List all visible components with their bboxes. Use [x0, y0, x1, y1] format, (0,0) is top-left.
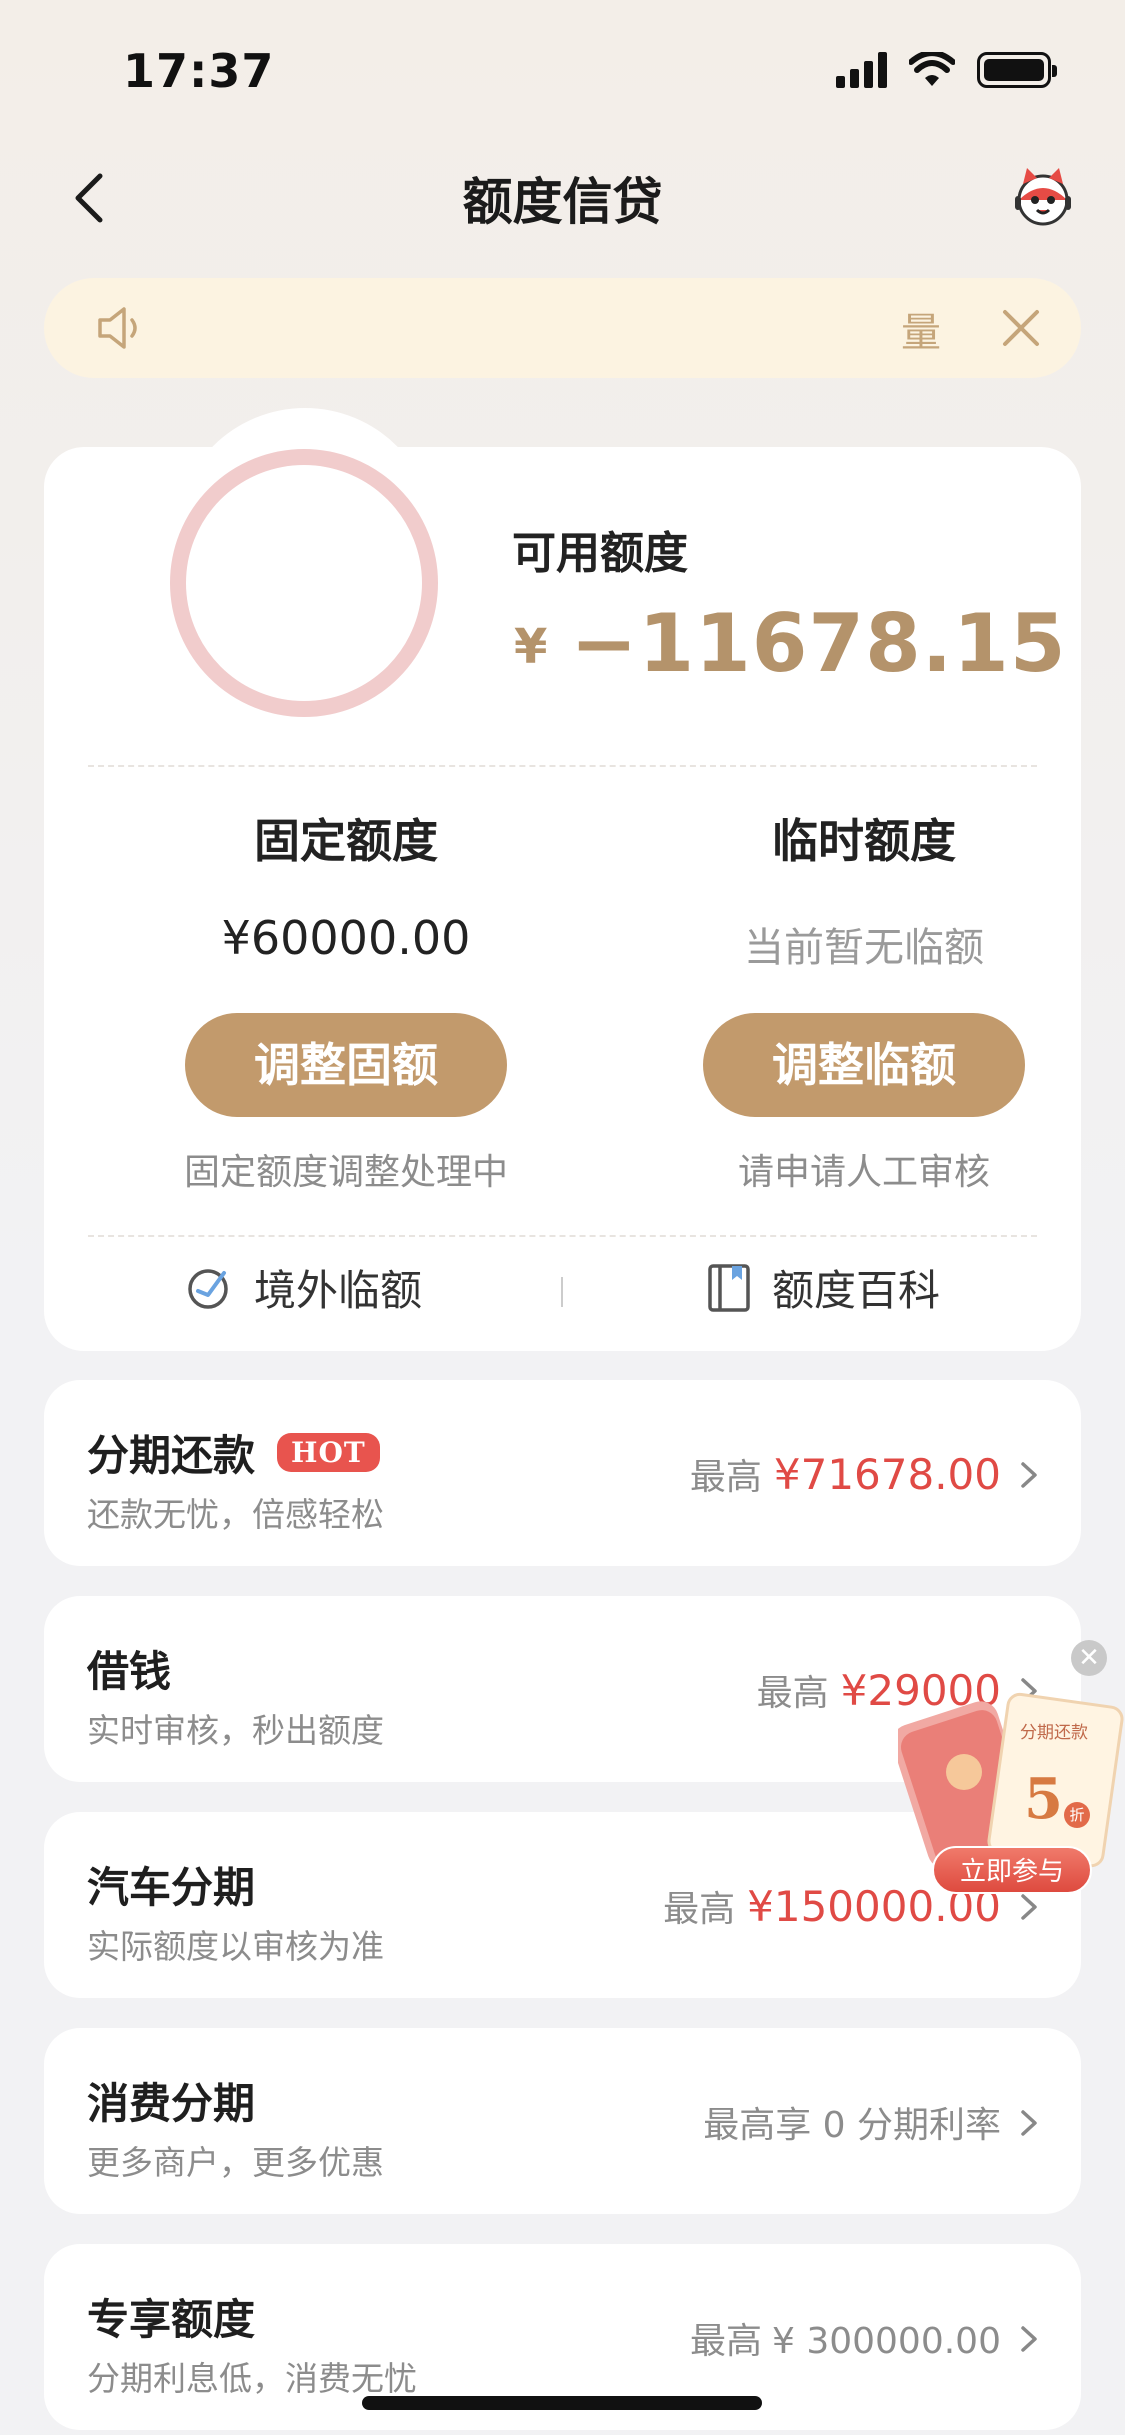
status-time: 17:37 [123, 44, 275, 98]
available-credit-label: 可用额度 [512, 528, 688, 579]
promo-join-button[interactable]: 立即参与 [932, 1846, 1092, 1894]
chevron-right-icon [1021, 2110, 1037, 2136]
credit-ring-chart [170, 449, 438, 717]
product-subtitle: 实际额度以审核为准 [87, 1927, 384, 1966]
limit-prefix: 最高 [689, 2321, 762, 2362]
notice-text: 量 [901, 310, 941, 356]
divider [88, 1235, 1037, 1237]
credit-card: 可用额度 ¥ −11678.15 固定额度 ¥60000.00 调整固额 固定额度… [44, 447, 1081, 1351]
product-title: 消费分期 [87, 2079, 256, 2128]
wifi-icon [909, 52, 955, 86]
temporary-credit-value: 当前暂无临额 [744, 925, 984, 971]
promo-floating-widget[interactable]: ✕ 分期还款 5 折 立即参与 [898, 1640, 1125, 1910]
available-credit-amount: ¥ −11678.15 [514, 597, 1066, 690]
status-bar: 17:37 [0, 0, 1125, 140]
page-title: 额度信贷 [462, 173, 663, 231]
promo-title: 分期还款 [1020, 1723, 1088, 1743]
limit-prefix: 最高享 0 分期利率 [703, 2105, 1001, 2146]
limit-amount: ¥ 300000.00 [771, 2321, 1001, 2362]
currency-symbol: ¥ [514, 619, 549, 675]
product-title: 汽车分期 [87, 1863, 256, 1912]
divider [88, 765, 1037, 767]
link-divider [561, 1277, 563, 1307]
limit-prefix: 最高 [756, 1673, 829, 1714]
close-icon[interactable] [995, 302, 1047, 354]
status-icons [836, 52, 1057, 88]
mascot-service-icon[interactable] [1009, 162, 1077, 230]
credit-encyclopedia-label: 额度百科 [772, 1266, 941, 1315]
hot-badge: HOT [277, 1433, 380, 1472]
fixed-credit-value: ¥60000.00 [221, 911, 471, 965]
product-consumer-installment[interactable]: 消费分期 更多商户，更多优惠 最高享 0 分期利率 [44, 2028, 1081, 2214]
temporary-credit-title: 临时额度 [772, 814, 956, 868]
globe-plane-icon [188, 1268, 228, 1309]
promo-discount-number: 5 [1024, 1766, 1063, 1832]
battery-icon [977, 52, 1057, 88]
credit-encyclopedia-link[interactable]: 额度百科 [706, 1257, 940, 1318]
product-title: 分期还款 [87, 1431, 256, 1480]
available-amount-value: −11678.15 [570, 597, 1067, 690]
notice-bar[interactable]: 量 [44, 278, 1081, 378]
promo-discount-unit: 折 [1064, 1802, 1090, 1828]
home-indicator [362, 2396, 762, 2410]
limit-amount: ¥71678.00 [773, 1450, 1001, 1499]
limit-prefix: 最高 [689, 1457, 762, 1498]
product-subtitle: 分期利息低，消费无忧 [87, 2359, 417, 2398]
product-limit: 最高享 0 分期利率 [703, 2096, 1001, 2148]
product-limit: 最高 ¥71678.00 [690, 1448, 1001, 1500]
adjust-temporary-button[interactable]: 调整临额 [703, 1013, 1025, 1117]
temporary-credit-note: 请申请人工审核 [737, 1152, 990, 1193]
book-icon [708, 1263, 750, 1312]
chevron-right-icon [1021, 2326, 1037, 2352]
limit-prefix: 最高 [663, 1889, 736, 1930]
overseas-credit-link[interactable]: 境外临额 [184, 1257, 422, 1318]
speaker-icon [98, 307, 137, 349]
product-subtitle: 更多商户，更多优惠 [87, 2143, 384, 2182]
cellular-signal-icon [836, 52, 887, 88]
fixed-credit-title: 固定额度 [254, 814, 438, 868]
adjust-fixed-button[interactable]: 调整固额 [185, 1013, 507, 1117]
product-title: 专享额度 [87, 2295, 256, 2344]
product-subtitle: 实时审核，秒出额度 [87, 1711, 384, 1750]
product-subtitle: 还款无忧，倍感轻松 [87, 1495, 384, 1534]
product-installment-repayment[interactable]: 分期还款 HOT 还款无忧，倍感轻松 最高 ¥71678.00 [44, 1380, 1081, 1566]
product-title: 借钱 [87, 1647, 172, 1696]
fixed-credit-note: 固定额度调整处理中 [183, 1152, 508, 1193]
product-limit: 最高 ¥ 300000.00 [690, 2312, 1001, 2364]
nav-bar: 额度信贷 [0, 150, 1125, 240]
chevron-right-icon [1021, 1462, 1037, 1488]
overseas-credit-label: 境外临额 [254, 1266, 423, 1315]
